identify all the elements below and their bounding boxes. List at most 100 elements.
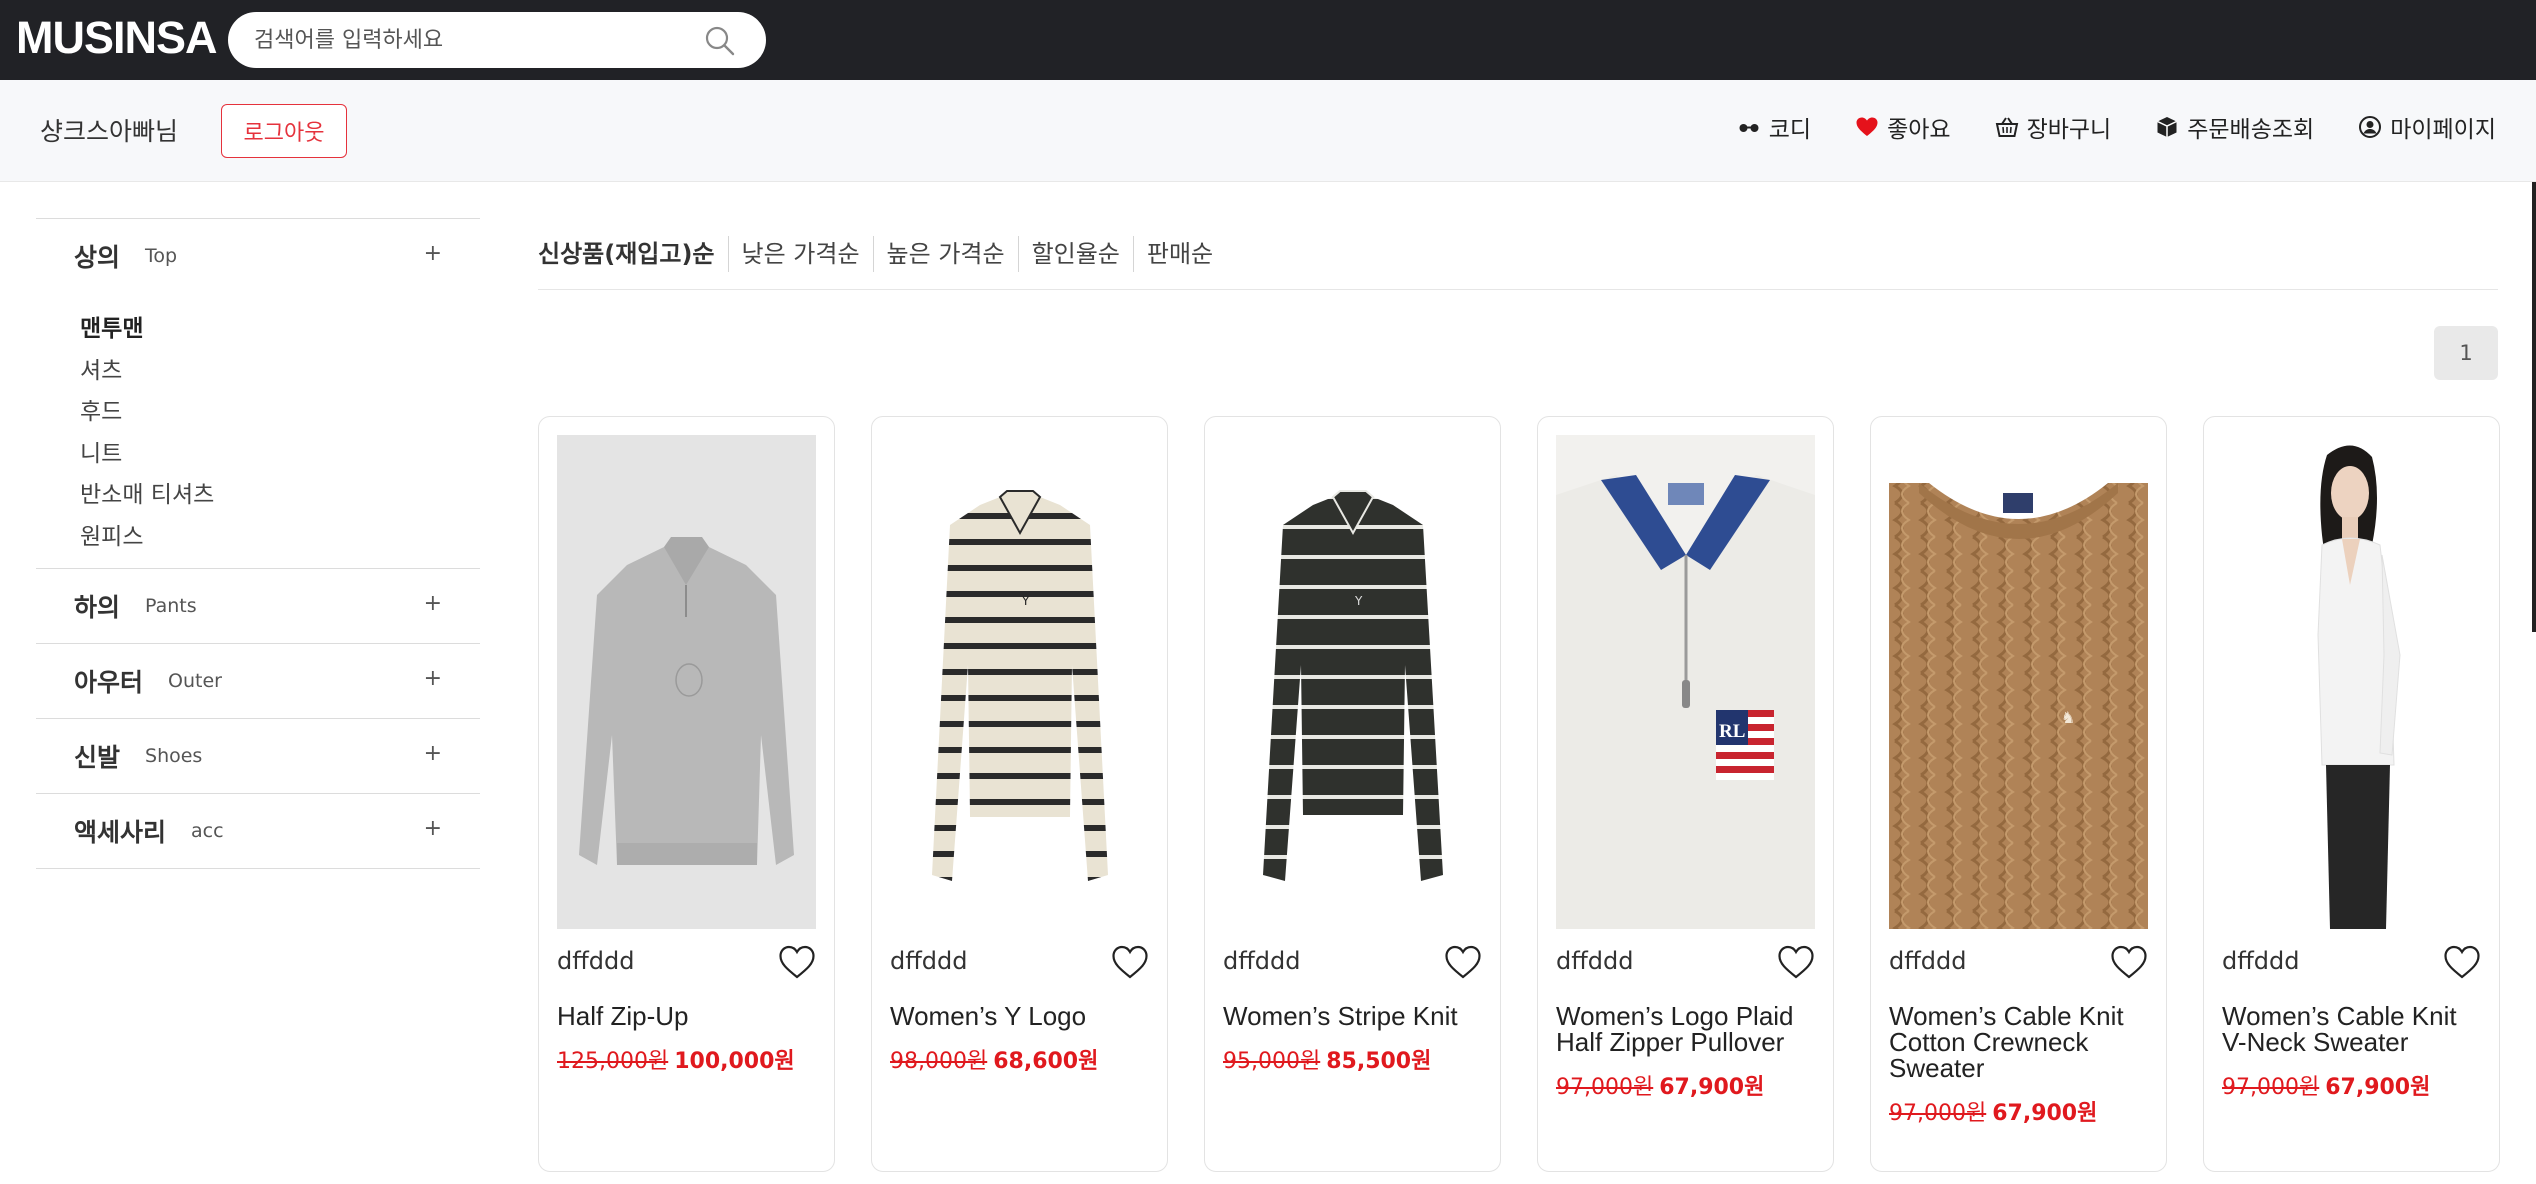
search-icon[interactable]	[704, 25, 736, 57]
category-acc-header[interactable]: 액세사리 acc +	[36, 794, 480, 868]
product-image[interactable]	[2222, 435, 2481, 929]
product-name-line[interactable]: Women’s Stripe Knit	[1223, 1003, 1488, 1029]
product-price: 97,000원 67,900원	[1556, 1075, 1821, 1101]
expand-icon[interactable]: +	[424, 741, 442, 766]
model-white-vneck-sweater-image	[2222, 435, 2481, 929]
svg-text:♞: ♞	[2061, 708, 2075, 727]
product-card[interactable]: dffddd Women’s Cable Knit V-Neck Sweater…	[2203, 416, 2500, 1172]
sort-discount[interactable]: 할인율순	[1017, 236, 1133, 272]
product-info: Women’s Cable Knit Cotton Crewneck Sweat…	[1889, 1003, 2154, 1127]
product-name-line[interactable]: Women’s Y Logo	[890, 1003, 1155, 1029]
original-price: 125,000원	[557, 1049, 669, 1074]
category-outer-header[interactable]: 아우터 Outer +	[36, 644, 480, 718]
product-name-line[interactable]: Cotton Crewneck	[1889, 1029, 2154, 1055]
musinsa-logo[interactable]: MUSINSA	[16, 10, 218, 66]
nav-cart[interactable]: 장바구니	[1995, 110, 2111, 144]
product-info: Women’s Cable Knit V-Neck Sweater 97,000…	[2222, 1003, 2487, 1101]
category-pants-header[interactable]: 하의 Pants +	[36, 569, 480, 643]
nav-codi[interactable]: 코디	[1737, 110, 1811, 144]
product-image[interactable]: RL	[1556, 435, 1815, 929]
heart-icon	[1856, 117, 1878, 136]
like-heart-icon[interactable]	[778, 944, 816, 980]
category-name-ko: 액세사리	[74, 818, 167, 847]
nav-mypage[interactable]: 마이페이지	[2358, 110, 2496, 144]
product-card[interactable]: dffddd Half Zip-Up 125,000원 100,000원	[538, 416, 835, 1172]
like-heart-icon[interactable]	[1111, 944, 1149, 980]
like-heart-icon[interactable]	[2443, 944, 2481, 980]
product-name-line[interactable]: Women’s Logo Plaid	[1556, 1003, 1821, 1029]
category-name-ko: 하의	[74, 593, 121, 622]
product-card[interactable]: Y dffddd Women’s Stripe Knit 95,000원 85,5…	[1204, 416, 1501, 1172]
cream-striped-polo-knit-image: Y	[890, 435, 1149, 929]
subcategory-item[interactable]: 후드	[80, 392, 480, 434]
product-price: 125,000원 100,000원	[557, 1049, 822, 1075]
svg-text:RL: RL	[1719, 721, 1745, 742]
category-name-ko: 상의	[74, 243, 121, 272]
svg-text:Y: Y	[1354, 594, 1363, 608]
category-name-en: Pants	[145, 595, 197, 617]
like-heart-icon[interactable]	[2110, 944, 2148, 980]
product-info: Women’s Logo Plaid Half Zipper Pullover …	[1556, 1003, 1821, 1101]
product-card[interactable]: ♞ dffddd Women’s Cable Knit Cotton Crewn…	[1870, 416, 2167, 1172]
category-top-header[interactable]: 상의 Top +	[36, 219, 480, 293]
product-brand: dffddd	[1556, 947, 1634, 975]
sort-sales[interactable]: 판매순	[1132, 236, 1226, 272]
tan-cable-knit-sweater-image: ♞	[1889, 435, 2148, 929]
page-button[interactable]: 1	[2434, 326, 2498, 380]
product-name-line[interactable]: Women’s Cable Knit	[2222, 1003, 2487, 1029]
category-shoes-header[interactable]: 신발 Shoes +	[36, 719, 480, 793]
category-name-en: acc	[191, 820, 224, 842]
nav-orders[interactable]: 주문배송조회	[2155, 110, 2314, 144]
product-image[interactable]: Y	[890, 435, 1149, 929]
like-heart-icon[interactable]	[1444, 944, 1482, 980]
expand-icon[interactable]: +	[424, 816, 442, 841]
product-image[interactable]: Y	[1223, 435, 1482, 929]
like-heart-icon[interactable]	[1777, 944, 1815, 980]
nav-likes-label: 좋아요	[1887, 117, 1951, 143]
dark-striped-polo-knit-image: Y	[1223, 435, 1482, 929]
subcategory-item[interactable]: 니트	[80, 434, 480, 476]
product-name-line[interactable]: Half Zip-Up	[557, 1003, 822, 1029]
subcategory-list: 맨투맨 셔츠 후드 니트 반소매 티셔츠 원피스	[36, 293, 480, 568]
expand-icon[interactable]: +	[424, 591, 442, 616]
nav-mypage-label: 마이페이지	[2390, 117, 2496, 143]
sale-price: 67,900원	[1992, 1101, 2098, 1126]
product-name-line[interactable]: Sweater	[1889, 1055, 2154, 1081]
sort-newest[interactable]: 신상품(재입고)순	[538, 236, 728, 272]
search-box[interactable]	[228, 12, 766, 68]
nav-orders-label: 주문배송조회	[2187, 117, 2315, 143]
product-name-line[interactable]: V-Neck Sweater	[2222, 1029, 2487, 1055]
product-brand: dffddd	[890, 947, 968, 975]
subcategory-item[interactable]: 원피스	[80, 517, 480, 559]
category-pants: 하의 Pants +	[36, 568, 480, 643]
subcategory-item[interactable]: 반소매 티셔츠	[80, 475, 480, 517]
box-icon	[2157, 117, 2178, 137]
product-name-line[interactable]: Half Zipper Pullover	[1556, 1029, 1821, 1055]
category-top: 상의 Top + 맨투맨 셔츠 후드 니트 반소매 티셔츠 원피스	[36, 218, 480, 568]
expand-icon[interactable]: +	[424, 241, 442, 266]
expand-icon[interactable]: +	[424, 666, 442, 691]
sort-low-price[interactable]: 낮은 가격순	[727, 236, 873, 272]
subcategory-item[interactable]: 셔츠	[80, 351, 480, 393]
product-card[interactable]: Y dffddd Women’s Y Logo 98,000원 68,600원	[871, 416, 1168, 1172]
subcategory-item[interactable]: 맨투맨	[80, 309, 480, 351]
product-brand: dffddd	[1889, 947, 1967, 975]
nav-likes[interactable]: 좋아요	[1855, 110, 1951, 144]
top-bar: MUSINSA	[0, 0, 2536, 80]
logout-button[interactable]: 로그아웃	[221, 104, 347, 158]
product-brand: dffddd	[557, 947, 635, 975]
sort-high-price[interactable]: 높은 가격순	[872, 236, 1018, 272]
product-card[interactable]: RL dffddd Women’s Logo Plaid Half Zipper…	[1537, 416, 1834, 1172]
search-input[interactable]	[254, 12, 694, 68]
nav-codi-label: 코디	[1768, 117, 1812, 143]
original-price: 97,000원	[1889, 1101, 1987, 1126]
scrollbar[interactable]	[2532, 182, 2536, 632]
category-name-en: Shoes	[145, 745, 203, 767]
basket-icon	[1995, 117, 2018, 137]
product-name-line[interactable]: Women’s Cable Knit	[1889, 1003, 2154, 1029]
category-sidebar: 상의 Top + 맨투맨 셔츠 후드 니트 반소매 티셔츠 원피스 하의 Pan…	[36, 218, 480, 869]
product-image[interactable]: ♞	[1889, 435, 2148, 929]
product-image[interactable]	[557, 435, 816, 929]
sale-price: 67,900원	[1659, 1075, 1765, 1100]
original-price: 95,000원	[1223, 1049, 1321, 1074]
